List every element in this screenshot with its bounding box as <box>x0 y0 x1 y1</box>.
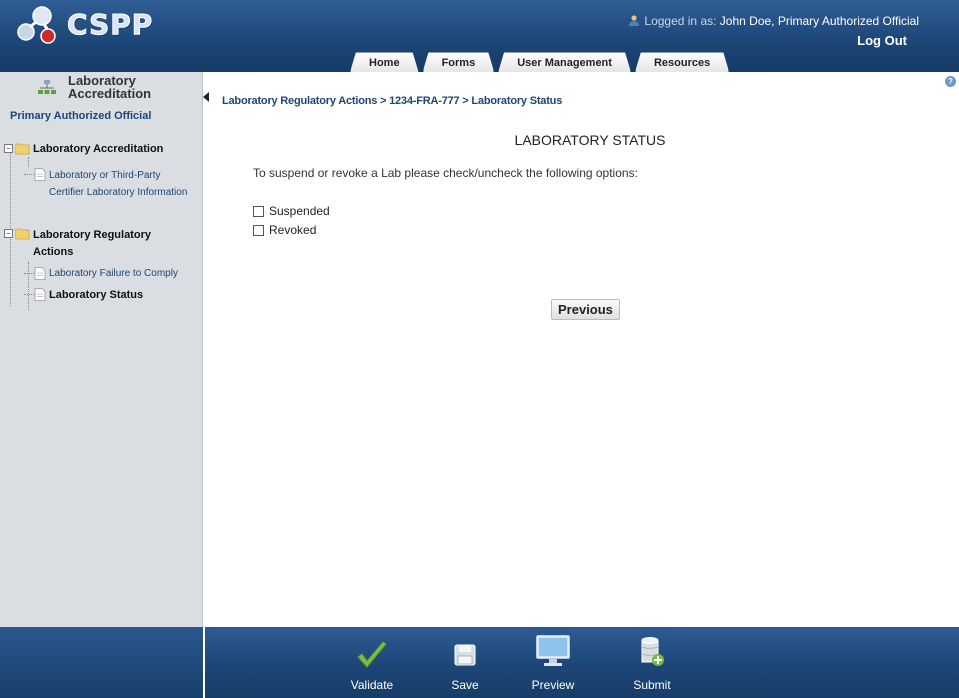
sidebar-role: Primary Authorized Official <box>10 110 152 122</box>
floppy-disk-icon <box>454 644 476 666</box>
suspended-checkbox[interactable] <box>253 205 264 217</box>
instructions-text: To suspend or revoke a Lab please check/… <box>253 166 638 180</box>
footer-left-panel <box>0 627 203 698</box>
document-icon <box>34 267 46 280</box>
validate-button[interactable]: Validate <box>337 627 407 698</box>
tree-line <box>24 174 34 175</box>
logout-link[interactable]: Log Out <box>857 33 907 48</box>
preview-button[interactable]: Preview <box>518 627 588 698</box>
option-suspended[interactable]: Suspended <box>253 204 330 218</box>
document-icon <box>34 168 46 181</box>
option-revoked[interactable]: Revoked <box>253 223 316 237</box>
tab-resources[interactable]: Resources <box>635 52 729 72</box>
login-user: John Doe, Primary Authorized Official <box>719 14 919 28</box>
tree-line <box>28 157 29 167</box>
header: CSPP Logged in as: John Doe, Primary Aut… <box>0 0 959 72</box>
page-title: LABORATORY STATUS <box>514 132 666 148</box>
login-status: Logged in as: John Doe, Primary Authoriz… <box>628 14 919 28</box>
main-tabs: Home Forms User Management Resources <box>350 52 733 72</box>
monitor-icon <box>536 635 570 666</box>
user-icon <box>629 15 640 26</box>
checkmark-icon <box>357 641 387 668</box>
tab-user-management[interactable]: User Management <box>498 52 631 72</box>
tree-line <box>24 294 34 295</box>
submit-button[interactable]: Submit <box>617 627 687 698</box>
footer-toolbar: Validate Save Preview Submit <box>205 627 959 698</box>
tree-node-laboratory-accreditation[interactable]: − Laboratory Accreditation <box>4 142 163 157</box>
revoked-checkbox[interactable] <box>253 224 264 236</box>
collapse-toggle-icon[interactable]: − <box>4 229 13 238</box>
tree-leaf-failure-to-comply[interactable]: Laboratory Failure to Comply <box>24 266 178 282</box>
app-window: CSPP Logged in as: John Doe, Primary Aut… <box>0 0 959 698</box>
save-label: Save <box>451 678 479 692</box>
app-name: CSPP <box>66 8 154 42</box>
database-add-icon <box>641 637 664 666</box>
tree-node-laboratory-regulatory-actions[interactable]: − Laboratory Regulatory Actions <box>4 227 163 261</box>
previous-button[interactable]: Previous <box>551 299 620 320</box>
help-icon[interactable]: ? <box>945 76 956 87</box>
login-prefix: Logged in as: <box>644 14 717 28</box>
breadcrumb: Laboratory Regulatory Actions > 1234-FRA… <box>222 95 563 107</box>
tree-leaf-label: Laboratory Status <box>49 289 144 301</box>
collapse-sidebar-icon[interactable] <box>203 92 209 102</box>
tree-leaf-label: Laboratory Failure to Comply <box>49 268 178 279</box>
collapse-toggle-icon[interactable]: − <box>4 144 13 153</box>
document-icon <box>34 288 46 301</box>
tree-leaf-label: Laboratory or Third-Party Certifier Labo… <box>49 170 188 198</box>
sidebar: Laboratory Accreditation Primary Authori… <box>0 72 203 627</box>
tree-leaf-laboratory-status[interactable]: Laboratory Status <box>24 287 143 303</box>
cspp-logo[interactable]: CSPP <box>12 4 154 44</box>
option-label: Revoked <box>269 223 317 237</box>
folder-open-icon <box>15 143 30 155</box>
tree-node-label: Laboratory Regulatory Actions <box>33 229 151 258</box>
tree-leaf-lab-info[interactable]: Laboratory or Third-Party Certifier Labo… <box>24 167 189 201</box>
sidebar-title: Laboratory Accreditation <box>68 73 152 101</box>
tab-forms[interactable]: Forms <box>423 52 495 72</box>
logo-molecule-icon <box>17 6 56 44</box>
validate-label: Validate <box>350 678 394 692</box>
org-chart-icon <box>38 80 56 94</box>
save-button[interactable]: Save <box>430 627 500 698</box>
tree-line <box>24 273 34 274</box>
main-content: ? Laboratory Regulatory Actions > 1234-F… <box>212 72 959 627</box>
option-label: Suspended <box>269 204 330 218</box>
tab-home[interactable]: Home <box>350 52 419 72</box>
folder-open-icon <box>15 228 30 240</box>
tree-node-label: Laboratory Accreditation <box>33 143 164 155</box>
preview-label: Preview <box>531 678 575 692</box>
sidebar-header: Laboratory Accreditation <box>30 74 200 106</box>
submit-label: Submit <box>633 678 671 692</box>
